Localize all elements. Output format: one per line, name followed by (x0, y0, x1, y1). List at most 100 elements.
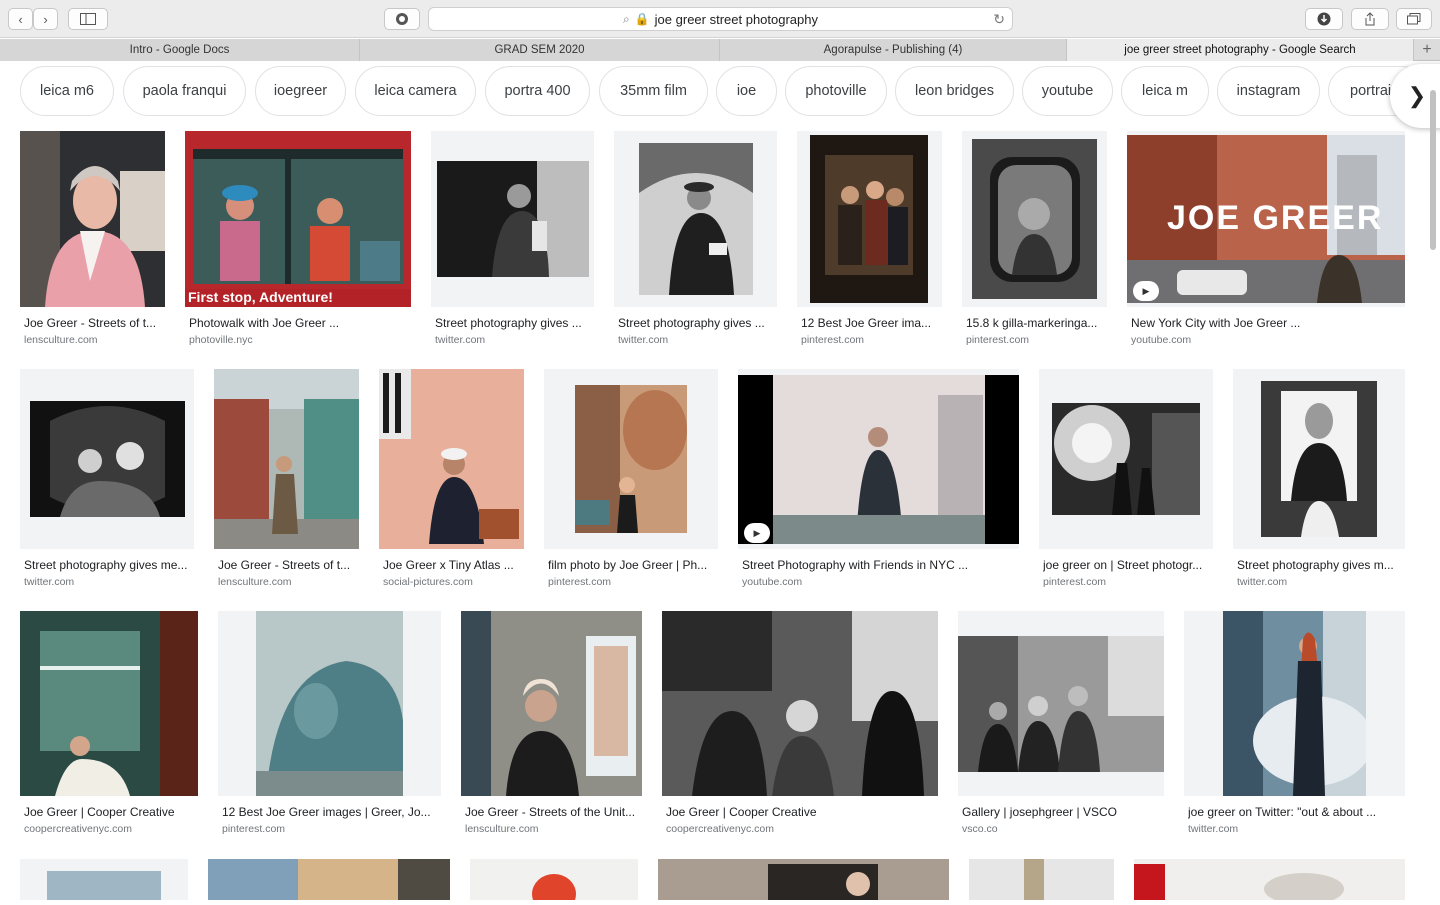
image-result[interactable] (658, 859, 949, 900)
page-scrollbar[interactable] (1428, 68, 1438, 904)
image-result[interactable]: Joe Greer - Streets of t... lensculture.… (20, 131, 165, 347)
sidebar-button[interactable] (68, 8, 108, 30)
result-thumbnail (658, 859, 949, 900)
result-thumbnail (639, 143, 753, 295)
result-thumbnail (20, 611, 198, 796)
extension-button[interactable] (384, 8, 420, 30)
chip-35mm-film[interactable]: 35mm film (599, 66, 708, 116)
image-result[interactable] (470, 859, 638, 905)
chip-leica-camera[interactable]: leica camera (355, 66, 476, 116)
result-domain: twitter.com (1188, 823, 1239, 835)
result-thumbnail (972, 139, 1097, 299)
result-caption: joe greer on | Street photogr... (1043, 558, 1203, 572)
thumbnail-banner-text: First stop, Adventure! (185, 289, 411, 307)
image-result[interactable]: Joe Greer - Streets of the Unit... lensc… (461, 611, 642, 839)
result-thumbnail (470, 859, 638, 905)
result-caption: Street photography gives m... (1237, 558, 1394, 572)
result-domain: twitter.com (618, 334, 669, 346)
plus-icon: + (1422, 41, 1432, 58)
tab-docs[interactable]: Intro - Google Docs (0, 39, 360, 61)
result-domain: vsco.co (962, 823, 998, 835)
chip-youtube[interactable]: youtube (1022, 66, 1113, 116)
image-result[interactable]: Joe Greer - Streets of t... lensculture.… (214, 369, 359, 589)
chip-leica-m6[interactable]: leica m6 (20, 66, 114, 116)
reload-icon[interactable]: ↻ (993, 11, 1005, 28)
image-result[interactable]: Gallery | josephgreer | VSCO vsco.co (958, 611, 1164, 839)
address-bar[interactable]: ⌕ 🔒 joe greer street photography ↻ (428, 7, 1013, 31)
image-result[interactable]: Street photography gives m... twitter.co… (1233, 369, 1405, 589)
image-result[interactable]: joe greer on Twitter: "out & about ... t… (1184, 611, 1405, 839)
tab-label: Agorapulse - Publishing (4) (823, 44, 963, 56)
image-result[interactable]: film photo by Joe Greer | Ph... pinteres… (544, 369, 718, 589)
back-button[interactable]: ‹ (8, 8, 33, 30)
image-result[interactable]: Joe Greer | Cooper Creative coopercreati… (20, 611, 198, 839)
chevron-left-icon: ‹ (18, 11, 23, 27)
result-domain: pinterest.com (801, 334, 865, 346)
lock-icon: 🔒 (634, 12, 650, 26)
image-result[interactable] (1134, 859, 1405, 905)
image-result[interactable]: Street photography gives me... twitter.c… (20, 369, 194, 589)
image-result[interactable]: 12 Best Joe Greer images | Greer, Jo... … (218, 611, 441, 839)
chip-photoville[interactable]: photoville (785, 66, 887, 116)
result-caption: Joe Greer - Streets of t... (218, 558, 351, 572)
share-icon (1365, 12, 1375, 26)
image-result[interactable]: Joe Greer | Cooper Creative coopercreati… (662, 611, 938, 839)
scrollbar-thumb[interactable] (1430, 90, 1436, 250)
chip-instagram[interactable]: instagram (1217, 66, 1320, 116)
chip-paola-franqui[interactable]: paola franqui (123, 66, 246, 116)
share-button[interactable] (1351, 8, 1389, 30)
result-thumbnail (738, 375, 1019, 544)
tab-label: Intro - Google Docs (129, 44, 230, 56)
result-thumbnail (575, 385, 687, 533)
image-result[interactable]: Street photography gives ... twitter.com (614, 131, 777, 347)
new-tab-button[interactable]: + (1414, 39, 1440, 61)
result-domain: coopercreativenyc.com (666, 823, 774, 835)
result-thumbnail (20, 859, 188, 900)
tab-grad-sem[interactable]: GRAD SEM 2020 (360, 39, 720, 61)
image-result[interactable]: joe greer on | Street photogr... pintere… (1039, 369, 1213, 589)
result-thumbnail (662, 611, 938, 796)
image-result[interactable]: Joe Greer x Tiny Atlas ... social-pictur… (379, 369, 524, 589)
browser-toolbar: ‹ › ⌕ 🔒 joe greer street photography ↻ (0, 0, 1440, 38)
chevron-right-icon: ❯ (1407, 83, 1427, 108)
image-result[interactable]: 15.8 k gilla-markeringa... pinterest.com (962, 131, 1107, 347)
tab-agorapulse[interactable]: Agorapulse - Publishing (4) (720, 39, 1067, 61)
downloads-button[interactable] (1305, 8, 1343, 30)
chip-portra-400[interactable]: portra 400 (485, 66, 590, 116)
result-domain: twitter.com (435, 334, 486, 346)
result-caption: Street photography gives ... (435, 316, 582, 330)
image-result[interactable] (20, 859, 188, 900)
image-result[interactable] (208, 859, 450, 900)
chip-ioegreer[interactable]: ioegreer (255, 66, 346, 116)
result-thumbnail (256, 611, 403, 796)
result-domain: photoville.nyc (189, 334, 253, 346)
tab-label: joe greer street photography - Google Se… (1124, 44, 1356, 56)
chip-ioe[interactable]: ioe (716, 66, 777, 116)
chip-leon-bridges[interactable]: leon bridges (895, 66, 1014, 116)
result-caption: Street photography gives me... (24, 558, 188, 572)
image-result[interactable]: ▶ Street Photography with Friends in NYC… (738, 369, 1019, 589)
result-caption: 12 Best Joe Greer images | Greer, Jo... (222, 805, 431, 819)
image-result[interactable] (969, 859, 1114, 900)
chip-leica-m[interactable]: leica m (1121, 66, 1209, 116)
result-domain: twitter.com (1237, 576, 1288, 588)
result-domain: pinterest.com (548, 576, 612, 588)
result-caption: Joe Greer | Cooper Creative (666, 805, 817, 819)
image-result[interactable]: First stop, Adventure! Photowalk with Jo… (185, 131, 411, 347)
forward-button[interactable]: › (33, 8, 58, 30)
image-result[interactable]: 12 Best Joe Greer ima... pinterest.com (797, 131, 942, 347)
result-thumbnail (1134, 859, 1405, 905)
result-caption: Joe Greer - Streets of the Unit... (465, 805, 636, 819)
sidebar-icon (80, 13, 96, 25)
image-result[interactable]: JOE GREER ▶ New York City with Joe Greer… (1127, 131, 1405, 347)
tab-google-search[interactable]: joe greer street photography - Google Se… (1067, 39, 1414, 61)
url-text: joe greer street photography (654, 11, 818, 27)
result-thumbnail (810, 135, 928, 303)
result-domain: lensculture.com (24, 334, 98, 346)
tab-overview-button[interactable] (1396, 8, 1432, 30)
download-icon (1317, 12, 1331, 26)
thumbnail-overlay-text: JOE GREER (1167, 199, 1384, 237)
result-thumbnail (30, 401, 185, 517)
play-icon: ▶ (744, 523, 770, 543)
image-result[interactable]: Street photography gives ... twitter.com (431, 131, 594, 347)
